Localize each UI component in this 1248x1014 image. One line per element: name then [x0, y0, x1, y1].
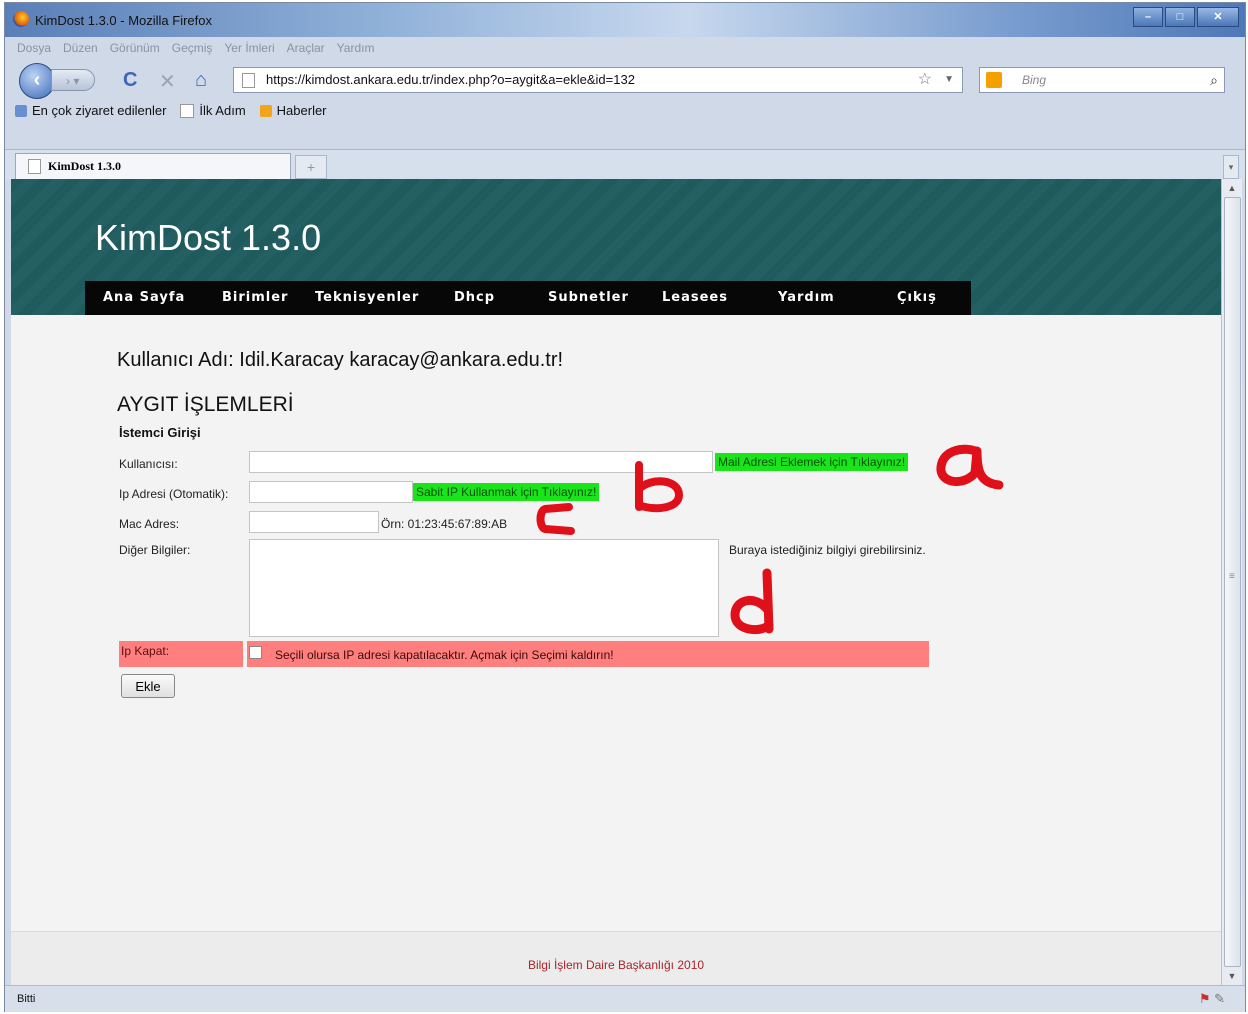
forward-button[interactable]: › ▾ [51, 69, 95, 91]
maximize-button[interactable]: □ [1165, 7, 1195, 27]
scroll-thumb[interactable] [1224, 197, 1241, 967]
annotation-d [730, 568, 774, 635]
search-icon[interactable]: ⌕ [1210, 68, 1218, 92]
section-title: AYGIT İŞLEMLERİ [117, 393, 294, 416]
browser-window: KimDost 1.3.0 - Mozilla Firefox – □ ✕ Do… [4, 2, 1246, 1012]
menu-item-dosya[interactable]: Dosya [17, 41, 51, 55]
mail-ekle-link[interactable]: Mail Adresi Eklemek için Tıklayınız! [715, 453, 909, 471]
bookmark-label: En çok ziyaret edilenler [32, 103, 167, 118]
firefox-icon [13, 11, 29, 27]
bookmark-star-icon[interactable]: ☆ [918, 68, 932, 92]
ip-kapat-text: Seçili olursa IP adresi kapatılacaktır. … [247, 641, 929, 667]
site-title: KimDost 1.3.0 [95, 217, 322, 258]
status-text: Bitti [17, 993, 36, 1005]
scroll-up-icon[interactable]: ▲ [1222, 179, 1242, 197]
search-bar[interactable]: Bing ⌕ [979, 67, 1225, 93]
bookmark-label: Haberler [276, 103, 327, 118]
title-bar: KimDost 1.3.0 - Mozilla Firefox – □ ✕ [5, 3, 1245, 37]
rss-icon [259, 104, 272, 117]
url-bar[interactable]: https://kimdost.ankara.edu.tr/index.php?… [233, 67, 963, 93]
bookmark-haberler[interactable]: Haberler [259, 103, 327, 118]
bookmark-most-visited[interactable]: En çok ziyaret edilenler [15, 103, 166, 118]
bing-icon[interactable] [986, 72, 1002, 88]
annotation-a [936, 444, 1004, 490]
nav-yardim[interactable]: Yardım [778, 281, 897, 315]
diger-textarea[interactable] [249, 539, 719, 637]
menu-bar: Dosya Düzen Görünüm Geçmiş Yer İmleri Ar… [17, 41, 374, 55]
nav-teknisyenler[interactable]: Teknisyenler [315, 281, 454, 315]
bookmarks-toolbar: En çok ziyaret edilenler İlk Adım Haberl… [15, 103, 333, 118]
scroll-grip-icon: ≡ [1229, 571, 1235, 582]
mac-example: Örn: 01:23:45:67:89:AB [381, 517, 508, 531]
diger-hint: Buraya istediğiniz bilgiyi girebilirsini… [729, 543, 926, 557]
ip-kapat-checkbox[interactable] [249, 646, 262, 659]
kullanici-label: Kullanıcısı: [119, 457, 178, 471]
menu-item-duzen[interactable]: Düzen [63, 41, 98, 55]
scroll-down-icon[interactable]: ▼ [1222, 967, 1242, 985]
footer-text: Bilgi İşlem Daire Başkanlığı 2010 [527, 958, 705, 972]
menu-item-araclar[interactable]: Araçlar [287, 41, 325, 55]
menu-item-yer-imleri[interactable]: Yer İmleri [224, 41, 274, 55]
ip-kapat-label: Ip Kapat: [119, 641, 243, 667]
page-viewport: KimDost 1.3.0 Ana Sayfa Birimler Teknisy… [11, 179, 1221, 985]
ekle-button[interactable]: Ekle [121, 674, 175, 698]
page-footer: Bilgi İşlem Daire Başkanlığı 2010 [11, 931, 1221, 985]
window-title: KimDost 1.3.0 - Mozilla Firefox [35, 13, 212, 28]
main-content: Kullanıcı Adı: Idil.Karacay karacay@anka… [11, 315, 1221, 931]
nav-leasees[interactable]: Leasees [662, 281, 778, 315]
new-tab-button[interactable]: + [295, 155, 327, 179]
stop-icon[interactable]: ✕ [159, 69, 176, 94]
menu-item-gorunum[interactable]: Görünüm [110, 41, 160, 55]
mac-label: Mac Adres: [119, 517, 180, 531]
tab-strip: KimDost 1.3.0 + ▾ [5, 149, 1245, 180]
form-heading: İstemci Girişi [119, 425, 201, 440]
ip-label: Ip Adresi (Otomatik): [119, 487, 229, 501]
url-dropdown-icon[interactable]: ▼ [944, 68, 954, 92]
ip-input[interactable] [249, 481, 413, 503]
diger-label: Diğer Bilgiler: [119, 543, 191, 557]
reload-icon[interactable]: C [123, 69, 137, 92]
status-bar: Bitti ⚑ ✎ [5, 985, 1245, 1012]
nav-dhcp[interactable]: Dhcp [454, 281, 548, 315]
addon-icons[interactable]: ⚑ ✎ [1199, 991, 1225, 1007]
page-icon [180, 103, 195, 118]
nav-cikis[interactable]: Çıkış [897, 281, 957, 315]
annotation-c [536, 503, 575, 535]
nav-subnetler[interactable]: Subnetler [548, 281, 662, 315]
annotation-b [635, 461, 683, 513]
user-info: Kullanıcı Adı: Idil.Karacay karacay@anka… [117, 349, 564, 371]
nav-ana-sayfa[interactable]: Ana Sayfa [103, 281, 222, 315]
site-banner: KimDost 1.3.0 Ana Sayfa Birimler Teknisy… [11, 179, 1221, 315]
navigation-toolbar: ‹ › ▾ C ✕ ⌂ https://kimdost.ankara.edu.t… [5, 59, 1245, 99]
page-icon [28, 159, 41, 174]
tab-list-button[interactable]: ▾ [1223, 155, 1239, 179]
url-text: https://kimdost.ankara.edu.tr/index.php?… [266, 72, 635, 87]
most-visited-icon [15, 104, 27, 117]
tab-label: KimDost 1.3.0 [48, 159, 121, 173]
nav-birimler[interactable]: Birimler [222, 281, 315, 315]
tab-kimdost[interactable]: KimDost 1.3.0 [15, 153, 291, 179]
page-icon [242, 73, 255, 88]
vertical-scrollbar[interactable]: ▲ ≡ ▼ [1221, 179, 1242, 985]
mac-input[interactable] [249, 511, 379, 533]
back-button[interactable]: ‹ [19, 63, 55, 99]
minimize-button[interactable]: – [1133, 7, 1163, 27]
menu-item-gecmis[interactable]: Geçmiş [172, 41, 213, 55]
bookmark-label: İlk Adım [199, 103, 246, 118]
menu-item-yardim[interactable]: Yardım [337, 41, 375, 55]
search-placeholder: Bing [1022, 73, 1047, 87]
plugin-icon[interactable]: ✎ [1214, 991, 1225, 1006]
close-button[interactable]: ✕ [1197, 7, 1239, 27]
window-controls: – □ ✕ [1133, 7, 1239, 27]
home-icon[interactable]: ⌂ [195, 69, 207, 92]
bookmark-ilk-adim[interactable]: İlk Adım [180, 103, 246, 118]
site-nav: Ana Sayfa Birimler Teknisyenler Dhcp Sub… [85, 281, 971, 315]
